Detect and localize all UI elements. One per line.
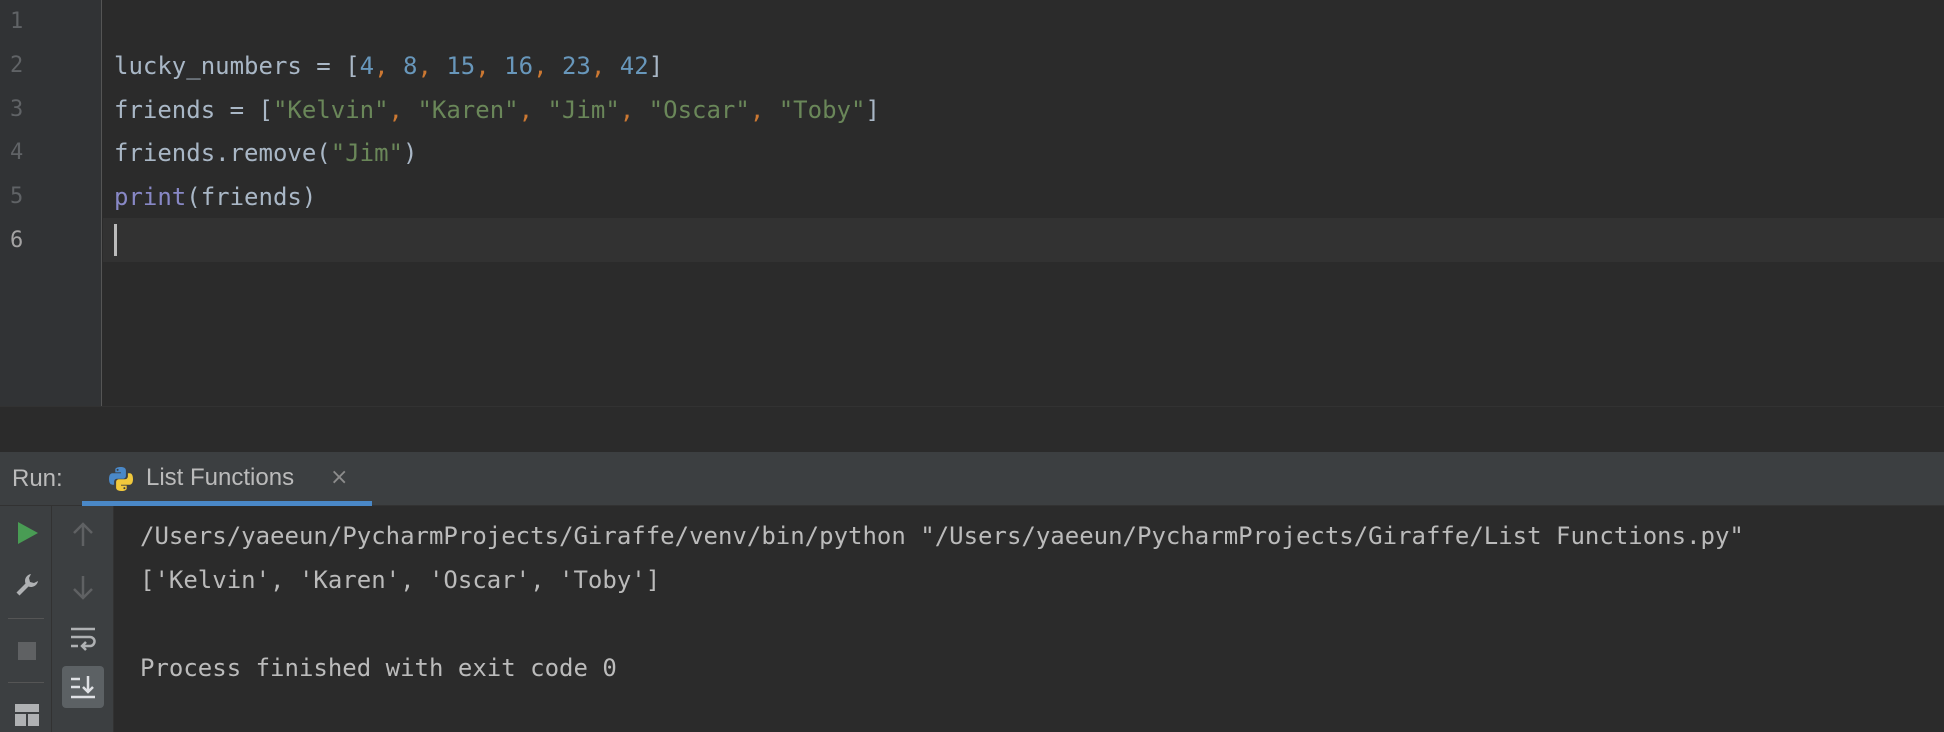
run-icon[interactable]	[14, 520, 40, 546]
line-number: 1	[10, 9, 24, 34]
comma: ,	[619, 96, 635, 124]
comma: ,	[475, 52, 490, 80]
method-call: friends.remove(	[114, 139, 331, 167]
console-output[interactable]: /Users/yaeeun/PycharmProjects/Giraffe/ve…	[114, 506, 1944, 732]
bracket: ]	[865, 96, 880, 124]
comma: ,	[388, 96, 403, 124]
close-icon[interactable]: ×	[330, 452, 348, 502]
comma: ,	[417, 52, 432, 80]
string-literal: "Jim"	[547, 96, 620, 124]
number-literal: 16	[504, 52, 534, 80]
string-literal: "Toby"	[778, 96, 866, 124]
code-line-5[interactable]: print(friends)	[114, 175, 316, 219]
number-literal: 4	[359, 52, 375, 80]
comma: ,	[374, 52, 389, 80]
bracket: ]	[648, 52, 664, 80]
paren: )	[403, 139, 418, 167]
text-caret	[114, 224, 117, 256]
toolbar-separator	[8, 682, 44, 683]
comma: ,	[533, 52, 548, 80]
layout-icon[interactable]	[13, 702, 41, 728]
comma: ,	[590, 52, 606, 80]
current-line-highlight	[103, 218, 1944, 262]
line-number-gutter: 1 2 3 4 5 6	[0, 0, 102, 406]
number-literal: 42	[619, 52, 649, 80]
number-literal: 8	[403, 52, 418, 80]
builtin-function: print	[114, 183, 187, 211]
scroll-to-end-button[interactable]	[62, 666, 104, 708]
number-literal: 15	[446, 52, 476, 80]
line-number: 2	[10, 53, 24, 78]
identifier: friends	[114, 96, 216, 124]
code-editor[interactable]: 1 2 3 4 5 6 lucky_numbers = [4, 8, 15, 1…	[0, 0, 1944, 406]
number-literal: 23	[561, 52, 591, 80]
toolbar-separator	[8, 618, 44, 619]
tab-label: List Functions	[146, 464, 295, 491]
line-number: 4	[10, 140, 24, 165]
operator: = [	[215, 96, 273, 124]
line-number: 3	[10, 97, 24, 122]
editor-panel-separator[interactable]	[0, 406, 1944, 452]
stop-icon[interactable]	[14, 638, 40, 664]
console-line-exit: Process finished with exit code 0	[140, 654, 617, 682]
operator: = [	[301, 52, 360, 80]
comma: ,	[749, 96, 765, 124]
python-icon	[109, 467, 133, 491]
tab-list-functions[interactable]: List Functions ×	[82, 452, 372, 506]
string-literal: "Kelvin"	[272, 96, 389, 124]
run-panel: /Users/yaeeun/PycharmProjects/Giraffe/ve…	[0, 506, 1944, 732]
down-arrow-icon[interactable]	[70, 572, 96, 602]
soft-wrap-icon[interactable]	[68, 624, 98, 652]
run-label: Run:	[12, 465, 63, 492]
console-line-command: /Users/yaeeun/PycharmProjects/Giraffe/ve…	[140, 522, 1744, 550]
line-number: 5	[10, 184, 24, 209]
console-line-output: ['Kelvin', 'Karen', 'Oscar', 'Toby']	[140, 566, 661, 594]
identifier: lucky_numbers	[114, 52, 302, 80]
scroll-to-end-icon	[71, 676, 95, 699]
code-line-2[interactable]: lucky_numbers = [4, 8, 15, 16, 23, 42]	[114, 44, 663, 88]
run-toolbar-primary	[0, 506, 52, 732]
run-toolbar-secondary	[52, 506, 114, 732]
run-tool-window-header: Run: List Functions ×	[0, 452, 1944, 506]
code-line-3[interactable]: friends = ["Kelvin", "Karen", "Jim", "Os…	[114, 88, 880, 132]
wrench-icon[interactable]	[14, 572, 40, 598]
comma: ,	[518, 96, 534, 124]
string-literal: "Oscar"	[648, 96, 750, 124]
string-literal: "Jim"	[330, 139, 403, 167]
call-args: (friends)	[186, 183, 317, 211]
string-literal: "Karen"	[417, 96, 519, 124]
code-line-4[interactable]: friends.remove("Jim")	[114, 131, 417, 175]
line-number-current: 6	[10, 228, 24, 253]
up-arrow-icon[interactable]	[70, 520, 96, 550]
